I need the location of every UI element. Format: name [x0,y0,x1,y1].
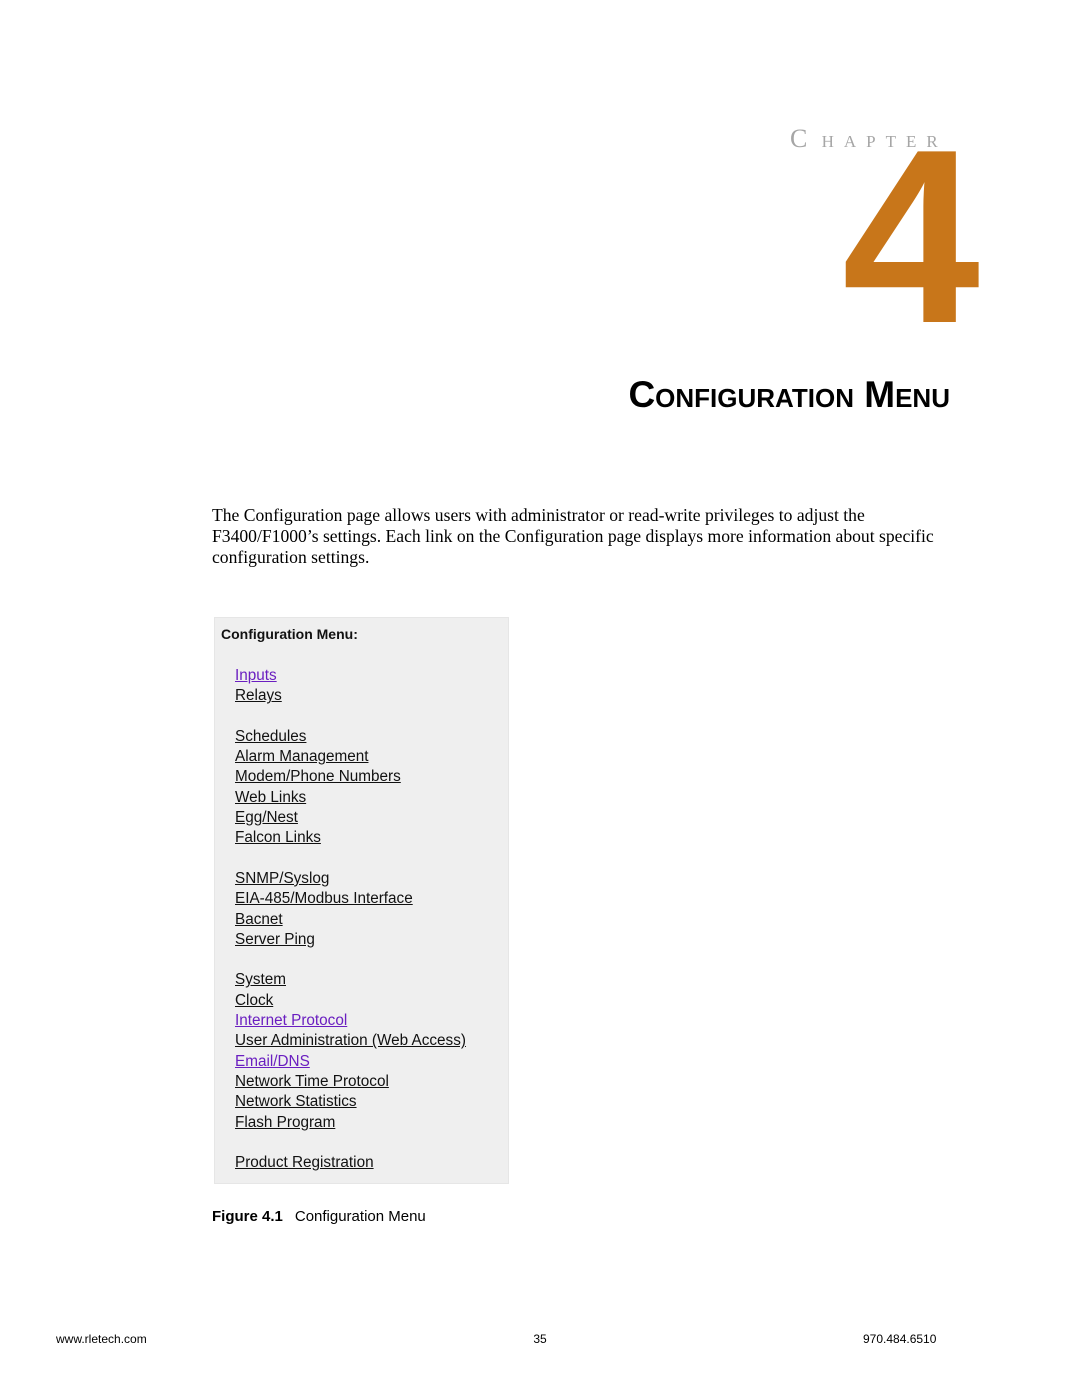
menu-link-flash-program[interactable]: Flash Program [235,1113,466,1133]
menu-link-product-registration[interactable]: Product Registration [235,1153,466,1173]
menu-group-spacer [235,707,466,727]
footer-page-number: 35 [533,1332,547,1346]
menu-link-inputs[interactable]: Inputs [235,666,466,686]
menu-link-user-administration-web-access[interactable]: User Administration (Web Access) [235,1031,466,1051]
footer-phone: 970.484.6510 [863,1332,937,1346]
chapter-title: Configuration Menu [628,374,950,415]
menu-link-server-ping[interactable]: Server Ping [235,930,466,950]
menu-group-spacer [235,1133,466,1153]
menu-link-internet-protocol[interactable]: Internet Protocol [235,1011,466,1031]
footer-website: www.rletech.com [56,1332,147,1346]
menu-group-spacer [235,849,466,869]
menu-link-network-statistics[interactable]: Network Statistics [235,1092,466,1112]
chapter-number: 4 [842,97,980,375]
menu-link-relays[interactable]: Relays [235,686,466,706]
menu-link-web-links[interactable]: Web Links [235,788,466,808]
intro-paragraph: The Configuration page allows users with… [212,505,934,567]
menu-group-spacer [235,950,466,970]
configuration-menu-list: Inputs Relays Schedules Alarm Management Mod… [235,666,466,1173]
figure-caption: Figure 4.1 Configuration Menu [212,1208,426,1225]
chapter-label-initial: C [790,124,808,153]
figure-caption-text: Configuration Menu [294,1208,426,1225]
menu-link-clock[interactable]: Clock [235,991,466,1011]
menu-link-eia-485-modbus-interface[interactable]: EIA-485/Modbus Interface [235,889,466,909]
configuration-menu-panel: Configuration Menu: Inputs Relays Schedule… [214,617,509,1184]
menu-link-network-time-protocol[interactable]: Network Time Protocol [235,1072,466,1092]
menu-link-bacnet[interactable]: Bacnet [235,910,466,930]
menu-link-snmp-syslog[interactable]: SNMP/Syslog [235,869,466,889]
menu-link-egg-nest[interactable]: Egg/Nest [235,808,466,828]
figure-number: Figure 4.1 [212,1208,283,1225]
panel-title: Configuration Menu: [221,626,358,642]
menu-link-email-dns[interactable]: Email/DNS [235,1052,466,1072]
menu-link-system[interactable]: System [235,970,466,990]
menu-link-falcon-links[interactable]: Falcon Links [235,828,466,848]
menu-link-schedules[interactable]: Schedules [235,727,466,747]
menu-link-modem-phone-numbers[interactable]: Modem/Phone Numbers [235,767,466,787]
menu-link-alarm-management[interactable]: Alarm Management [235,747,466,767]
